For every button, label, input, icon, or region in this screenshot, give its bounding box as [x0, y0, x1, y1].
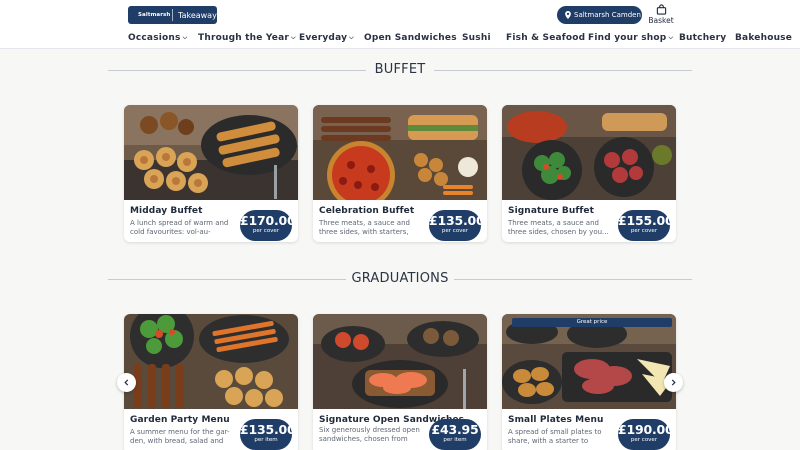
price-amount: £43.95 — [431, 422, 479, 437]
chevron-down-icon: ⌵ — [668, 34, 674, 41]
site-logo[interactable]: Saltmarsh Takeaway — [128, 6, 217, 24]
price-badge: £155.00 per cover — [618, 210, 674, 241]
chevron-down-icon: ⌵ — [349, 34, 354, 41]
price-badge: £43.95 per item — [429, 419, 481, 450]
page: Saltmarsh Takeaway Saltmarsh Camden Bask… — [0, 0, 800, 450]
price-amount: £190.00 — [618, 422, 674, 437]
product-image — [124, 314, 298, 409]
price-amount: £135.00 — [240, 422, 296, 437]
price-badge: £170.00 per cover — [240, 210, 296, 241]
product-card[interactable]: Midday Buffet A lunch spread of warm and… — [124, 105, 298, 242]
product-description: Three meats, a sauce and three sides, wi… — [319, 219, 410, 236]
carousel-prev-button[interactable] — [117, 373, 136, 392]
price-unit: per cover — [441, 228, 469, 234]
site-header: Saltmarsh Takeaway Saltmarsh Camden Bask… — [0, 0, 800, 49]
chevron-right-icon — [671, 379, 676, 386]
nav-label: Everyday — [299, 33, 348, 43]
price-unit: per cover — [630, 228, 658, 234]
price-badge: £135.00 per item — [240, 419, 296, 450]
store-selector-button[interactable]: Saltmarsh Camden — [557, 6, 642, 24]
price-amount: £155.00 — [618, 213, 674, 228]
price-unit: per cover — [630, 437, 658, 443]
product-card[interactable]: Signature Open Sandwiches Six generously… — [313, 314, 487, 450]
nav-occasions[interactable]: Occasions ⌵ — [128, 33, 187, 43]
product-card[interactable]: Garden Party Menu A summer menu for the … — [124, 314, 298, 450]
nav-label: Through the Year — [198, 33, 290, 43]
product-image — [313, 105, 487, 200]
nav-butchery[interactable]: Butchery — [679, 33, 726, 43]
product-image — [502, 105, 676, 200]
price-amount: £135.00 — [429, 213, 485, 228]
nav-open-sandwiches[interactable]: Open Sandwiches — [364, 33, 457, 43]
nav-sushi[interactable]: Sushi — [462, 33, 491, 43]
price-unit: per item — [254, 437, 278, 443]
product-description: A summer menu for the gar-den, with brea… — [130, 428, 230, 445]
nav-find-your-shop[interactable]: Find your shop ⌵ — [588, 33, 673, 43]
product-image: Great price — [502, 314, 676, 409]
location-pin-icon — [565, 11, 571, 19]
nav-everyday[interactable]: Everyday ⌵ — [299, 33, 354, 43]
product-image — [313, 314, 487, 409]
divider-line — [454, 279, 692, 280]
logo-subtitle: Takeaway — [178, 10, 217, 20]
promo-tag: Great price — [512, 318, 672, 327]
price-badge: £190.00 per cover — [618, 419, 674, 450]
price-amount: £170.00 — [240, 213, 296, 228]
price-badge: £135.00 per cover — [429, 210, 485, 241]
main-nav: Occasions ⌵ Through the Year ⌵ Everyday ⌵ O… — [0, 33, 800, 45]
basket-label: Basket — [648, 16, 674, 25]
section-heading-graduations: GRADUATIONS — [108, 271, 692, 287]
nav-label: Occasions — [128, 33, 181, 43]
product-description: Three meats, a sauce and three sides, ch… — [508, 219, 609, 236]
divider-line — [434, 70, 692, 71]
nav-through-the-year[interactable]: Through the Year ⌵ — [198, 33, 296, 43]
product-description: Six generously dressed open sandwiches, … — [319, 426, 420, 443]
product-description: A lunch spread of warm and cold favourit… — [130, 219, 229, 236]
product-description: A spread of small plates to share, with … — [508, 428, 602, 445]
product-card[interactable]: Celebration Buffet Three meats, a sauce … — [313, 105, 487, 242]
product-image — [124, 105, 298, 200]
nav-fish-seafood[interactable]: Fish & Seafood — [506, 33, 585, 43]
price-unit: per item — [443, 437, 467, 443]
basket-icon — [656, 4, 666, 15]
basket-button[interactable]: Basket — [648, 4, 674, 25]
store-name: Saltmarsh Camden — [574, 11, 641, 19]
price-unit: per cover — [252, 228, 280, 234]
carousel-next-button[interactable] — [664, 373, 683, 392]
chevron-down-icon: ⌵ — [291, 34, 296, 41]
chevron-down-icon: ⌵ — [182, 34, 188, 41]
product-card[interactable]: Signature Buffet Three meats, a sauce an… — [502, 105, 676, 242]
nav-bakehouse[interactable]: Bakehouse — [735, 33, 792, 43]
product-card[interactable]: Great price Small Plates Menu A spread o… — [502, 314, 676, 450]
logo-brand: Saltmarsh — [138, 12, 171, 18]
nav-label: Find your shop — [588, 33, 667, 43]
section-heading-buffet: BUFFET — [108, 62, 692, 78]
chevron-left-icon — [124, 379, 129, 386]
